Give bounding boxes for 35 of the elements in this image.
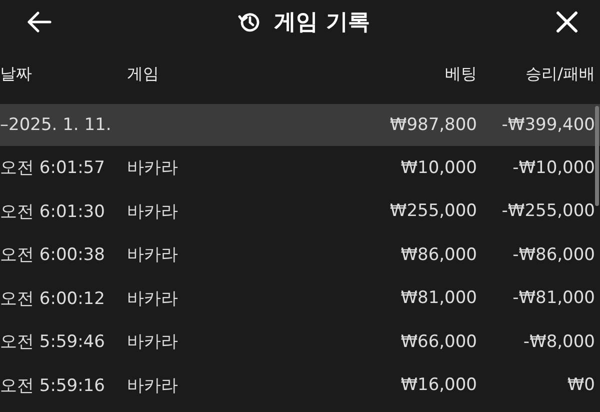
game-cell-text: 바카라 [127, 200, 179, 223]
game-cell-text: 바카라 [127, 288, 179, 310]
group-bet-total: ₩987,800 [388, 115, 477, 135]
time-cell-text: 오전 6:00:38 [0, 244, 106, 266]
date-group-row[interactable]: –2025. 1. 11. ₩987,800 -₩399,400 [0, 104, 600, 146]
result-cell-text: -₩81,000 [512, 288, 595, 308]
game-cell-text: 바카라 [127, 331, 179, 354]
column-header: 날짜 [0, 64, 33, 84]
group-date: –2025. 1. 11. [0, 115, 112, 135]
bet-cell-text: ₩255,000 [388, 201, 477, 222]
bet-cell-text: ₩86,000 [400, 244, 477, 265]
close-button[interactable] [554, 9, 580, 35]
result-cell-text: -₩86,000 [512, 244, 595, 265]
result-cell-text: -₩10,000 [512, 158, 595, 178]
column-header: 게임 [127, 64, 160, 84]
bet-cell-text: ₩10,000 [400, 158, 477, 178]
game-cell-text: 바카라 [127, 157, 179, 180]
time-cell-text: 오전 5:59:46 [0, 331, 106, 354]
column-header: 승리/패배 [524, 64, 595, 84]
game-cell-text: 바카라 [127, 374, 179, 397]
game-cell-text: 바카라 [127, 244, 179, 266]
result-cell-text: -₩8,000 [522, 332, 595, 352]
result-cell-text: -₩255,000 [500, 201, 595, 222]
column-header: 베팅 [444, 64, 477, 84]
time-cell-text: 오전 6:01:30 [0, 200, 106, 223]
time-cell-text: 오전 6:00:12 [0, 288, 106, 310]
time-cell-text: 오전 6:01:57 [0, 157, 106, 180]
bet-cell-text: ₩16,000 [400, 375, 477, 396]
bet-cell-text: ₩66,000 [400, 332, 477, 352]
time-cell-text: 오전 5:59:16 [0, 374, 106, 397]
group-result-total: -₩399,400 [500, 115, 595, 135]
scrollbar[interactable] [595, 106, 599, 206]
page-title: 게임 기록 [274, 9, 370, 37]
bet-cell-text: ₩81,000 [400, 288, 477, 308]
result-cell-text: ₩0 [566, 375, 595, 396]
